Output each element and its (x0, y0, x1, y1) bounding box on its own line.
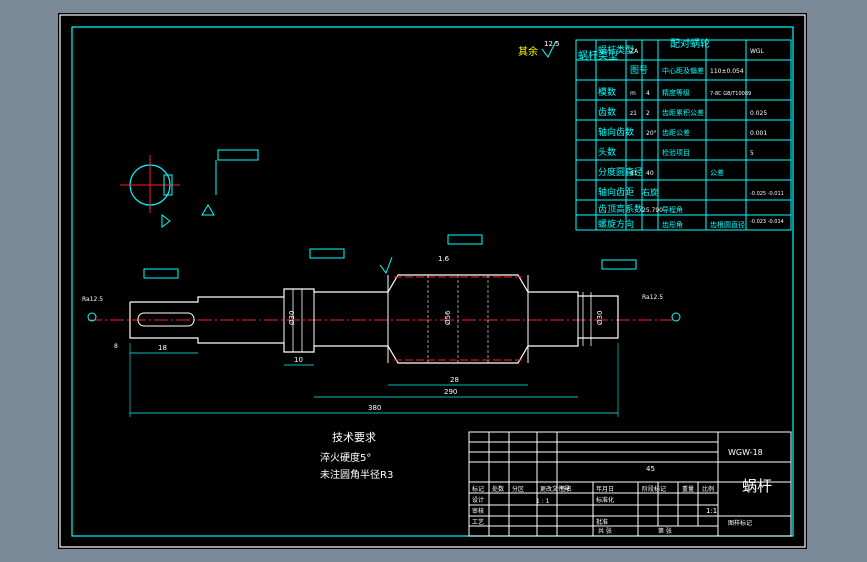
cell-8-4: -0.025 -0.011 (750, 191, 784, 197)
cell-6-4: 5 (750, 150, 754, 157)
cell-2-4: 7-8C GB/T10089 (710, 91, 751, 97)
cell-5-2: 40 (646, 170, 654, 177)
cell-6-3: 检验项目 (662, 148, 690, 157)
cell-11-0: 齿根圆直径 (710, 220, 745, 229)
part-name: 蜗杆 (742, 477, 772, 495)
roughness-top: 1.6 (438, 255, 450, 263)
cell-2-2: 2 (646, 110, 650, 117)
cell-7-0: 齿顶高系数 (598, 203, 643, 215)
remark-value: 12.5 (544, 40, 560, 48)
header-cell-4: 签名 (560, 485, 572, 493)
role-cell-0: 设计 (472, 496, 484, 504)
header-cell-2: 分区 (512, 485, 524, 493)
cell-2-3: 精度等级 (662, 88, 690, 97)
meta-cell-3: 共 张 (598, 527, 612, 535)
cell-1-4: 110±0.054 (710, 68, 744, 75)
meta-cell-2: 比例 (702, 485, 714, 493)
cad-canvas: 蜗杆类型 配对蜗轮 蜗杆类型 ZA 图号 WGL 模数 m 4 中心距及偏差 1… (59, 14, 806, 548)
notes-line-2: 未注圆角半径R3 (320, 468, 393, 481)
notes-heading: 技术要求 (332, 431, 376, 444)
cell-0-1: ZA (630, 48, 639, 55)
header-cell-1: 处数 (492, 485, 504, 493)
sheet-label: 图样标记 (728, 519, 752, 527)
dim-sub-d: 10 (294, 356, 303, 364)
role-cell-2: 审核 (472, 507, 484, 515)
table-header-right: 配对蜗轮 (670, 37, 710, 50)
cell-10-4: -0.023 -0.014 (750, 219, 784, 225)
cell-4-3: 齿距公差 (662, 128, 690, 137)
cell-6-0: 轴向齿距 (598, 186, 634, 198)
dim-main-diameter: Ø56 (444, 310, 452, 325)
cell-10-2: 25.790 (642, 207, 663, 214)
role-cell-4: 批准 (596, 518, 608, 526)
cell-10-0: 齿形角 (662, 220, 683, 229)
drawing-number: WGW-18 (728, 448, 763, 457)
meta-cell-1: 重量 (682, 485, 694, 493)
dim-left-diameter: Ø30 (288, 311, 296, 325)
cell-2-1: z1 (630, 110, 637, 117)
dim-sub-c: 18 (158, 344, 167, 352)
role-cell-3: 工艺 (472, 518, 484, 526)
cell-2-0: 齿数 (598, 106, 616, 118)
roughness-left: Ra12.5 (82, 296, 103, 303)
header-cell-5: 年月日 (596, 485, 614, 493)
scale-value: 1:1 (706, 507, 717, 515)
cell-3-0: 轴向齿数 (598, 126, 634, 138)
cell-0-0: 蜗杆类型 (598, 44, 634, 56)
roughness-right: Ra12.5 (642, 294, 663, 301)
dim-sub-b: 28 (450, 376, 459, 384)
ratio-row: 1 : 1 (536, 498, 550, 505)
cell-8-2: 右旋 (642, 187, 658, 197)
cell-3-2: 20° (646, 130, 657, 137)
cell-3-4: 0.025 (750, 110, 767, 117)
cell-8-0: 螺旋方向 (598, 218, 634, 230)
notes-line-1: 淬火硬度5° (320, 451, 371, 464)
role-cell-1: 标准化 (596, 496, 614, 504)
cell-8-3: 公差 (710, 168, 724, 177)
outer-frame (59, 14, 806, 548)
param-table: 蜗杆类型 配对蜗轮 蜗杆类型 ZA 图号 WGL 模数 m 4 中心距及偏差 1… (575, 37, 792, 231)
technical-notes: 技术要求 淬火硬度5° 未注圆角半径R3 (320, 431, 393, 481)
dim-sub-a: 290 (444, 388, 457, 396)
dim-overall: 380 (368, 404, 381, 412)
cell-3-3: 齿距累积公差 (662, 108, 704, 117)
meta-cell-4: 第 张 (658, 527, 672, 535)
cell-0-4: WGL (750, 48, 765, 55)
remark-roughness: 其余 12.5 (518, 40, 560, 58)
dim-right-diameter: Ø30 (596, 311, 604, 325)
drawing-sheet: 蜗杆类型 配对蜗轮 蜗杆类型 ZA 图号 WGL 模数 m 4 中心距及偏差 1… (58, 13, 807, 549)
meta-cell-0: 阶段标记 (642, 485, 666, 493)
section-view (120, 149, 259, 228)
shaft-view: Ø56 Ø30 Ø30 380 290 28 18 10 8 1.6 Ra12.… (82, 234, 681, 417)
remark-label: 其余 (518, 45, 538, 58)
cell-5-1: d1 (630, 170, 638, 177)
dim-keyway: 8 (114, 343, 118, 350)
cell-9-0: 导程角 (662, 205, 683, 214)
header-cell-0: 标记 (472, 485, 484, 493)
cell-4-4: 0.001 (750, 130, 767, 137)
cell-1-0: 模数 (598, 86, 616, 98)
cell-1-1: m (630, 90, 636, 97)
cell-4-0: 头数 (598, 146, 616, 158)
title-block: 45 WGW-18 蜗杆 图样标记 1:1 1 : 1 标记 处数 分区 更改文… (468, 431, 792, 537)
inner-frame (71, 26, 794, 537)
cell-0-3: 图号 (630, 65, 648, 76)
center-label: 45 (646, 465, 655, 473)
cell-1-2: 4 (646, 90, 650, 97)
cell-1-3: 中心距及偏差 (662, 66, 704, 75)
